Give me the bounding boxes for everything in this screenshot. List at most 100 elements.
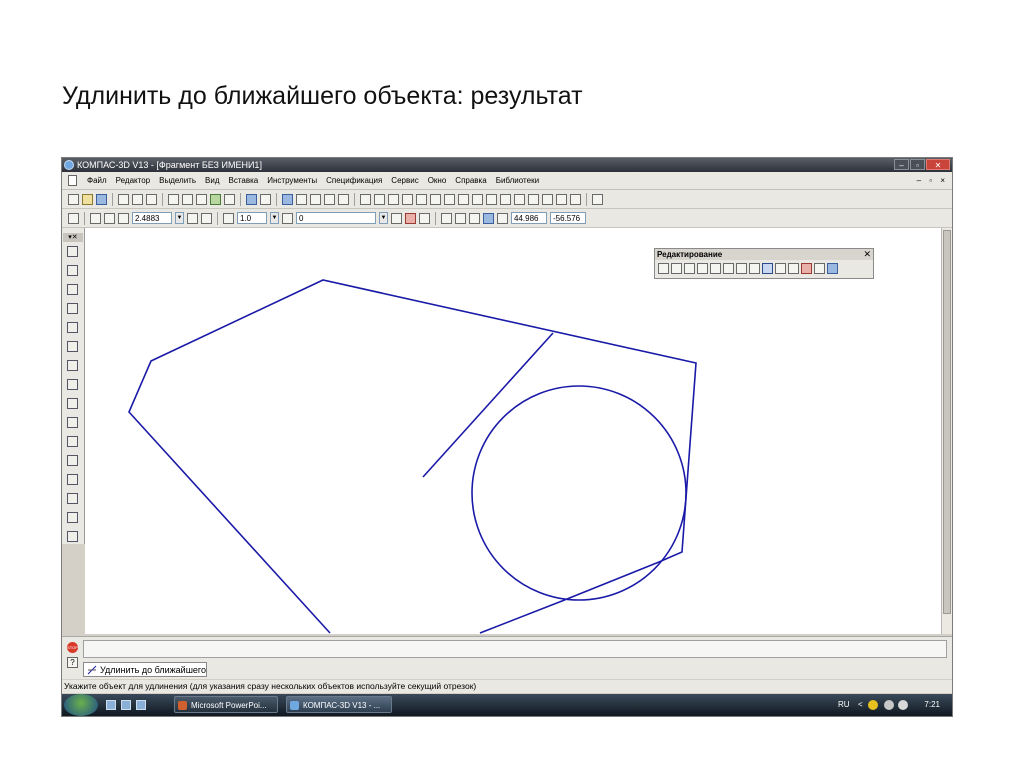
deform-icon[interactable] xyxy=(723,263,734,274)
explode-icon[interactable] xyxy=(827,263,838,274)
chamfer-icon[interactable] xyxy=(472,193,483,205)
menu-view[interactable]: Вид xyxy=(205,172,219,189)
fillet-icon[interactable] xyxy=(486,193,497,205)
menu-insert[interactable]: Вставка xyxy=(229,172,259,189)
trim-two-points-icon[interactable] xyxy=(749,263,760,274)
menu-specification[interactable]: Спецификация xyxy=(326,172,382,189)
network-icon[interactable] xyxy=(884,700,894,710)
scale-icon[interactable] xyxy=(684,263,695,274)
parametrization-tool-icon[interactable] xyxy=(67,322,78,333)
property-bar[interactable] xyxy=(83,640,947,658)
format-brush-icon[interactable] xyxy=(210,193,221,205)
point-icon[interactable] xyxy=(360,193,371,205)
edit-panel-close-button[interactable]: ✕ xyxy=(863,249,871,260)
layer-input[interactable]: 0 xyxy=(296,212,376,224)
drawing-canvas[interactable] xyxy=(85,228,941,634)
show-hidden-icons-arrow[interactable]: < xyxy=(858,694,863,716)
zoom-input[interactable]: 2.4883 xyxy=(132,212,172,224)
coord-y-field[interactable]: -56.576 xyxy=(550,212,586,224)
move-icon[interactable] xyxy=(658,263,669,274)
zoom-window-icon[interactable] xyxy=(68,212,79,224)
stop-icon[interactable]: STOP xyxy=(67,642,78,653)
zoom-out-icon[interactable] xyxy=(104,212,115,224)
edit-panel-title[interactable]: Редактирование xyxy=(655,249,873,260)
circle[interactable] xyxy=(471,385,687,601)
snap-settings-icon[interactable] xyxy=(419,212,430,224)
taskbar-kompas[interactable]: КОМПАС-3D V13 - ... xyxy=(286,696,392,713)
spline-icon[interactable] xyxy=(444,193,455,205)
compact-panel-header[interactable]: ▾✕ xyxy=(63,233,83,242)
show-desktop-icon[interactable] xyxy=(106,700,116,710)
round-icon[interactable] xyxy=(483,212,494,224)
menu-tools[interactable]: Инструменты xyxy=(267,172,317,189)
print-preview-icon[interactable] xyxy=(132,193,143,205)
segment-icon[interactable] xyxy=(388,193,399,205)
arc-icon[interactable] xyxy=(416,193,427,205)
mdi-window-controls[interactable]: – ▫ × xyxy=(917,172,948,189)
open-folder-icon[interactable] xyxy=(82,193,93,205)
help-icon[interactable]: ? xyxy=(67,657,78,668)
reports-tool-icon[interactable] xyxy=(67,417,78,428)
new-document-icon[interactable] xyxy=(68,193,79,205)
menu-service[interactable]: Сервис xyxy=(391,172,418,189)
volume-icon[interactable] xyxy=(898,700,908,710)
library-icon[interactable] xyxy=(224,193,235,205)
associative-views-icon[interactable] xyxy=(67,379,78,390)
window-title-bar[interactable]: КОМПАС-3D V13 - [Фрагмент БЕЗ ИМЕНИ1] – … xyxy=(62,158,952,172)
coord-x-field[interactable]: 44.986 xyxy=(511,212,547,224)
function-icon[interactable] xyxy=(310,193,321,205)
triangle-tool-icon[interactable] xyxy=(67,493,78,504)
copy-objects-icon[interactable] xyxy=(710,263,721,274)
break-icon[interactable] xyxy=(775,263,786,274)
dimensions-tool-icon[interactable] xyxy=(67,265,78,276)
save-icon[interactable] xyxy=(96,193,107,205)
clear-area-icon[interactable] xyxy=(814,263,825,274)
contour-icon[interactable] xyxy=(528,193,539,205)
macro-icon[interactable] xyxy=(570,193,581,205)
polygon-icon[interactable] xyxy=(514,193,525,205)
snap-icon[interactable] xyxy=(405,212,416,224)
restore-button[interactable]: ▫ xyxy=(910,159,925,170)
menu-editor[interactable]: Редактор xyxy=(116,172,150,189)
fragment-library-icon[interactable] xyxy=(67,455,78,466)
hatch-icon[interactable] xyxy=(556,193,567,205)
text-icon[interactable] xyxy=(592,193,603,205)
command-tab[interactable]: Удлинить до ближайшего xyxy=(83,662,207,677)
redo-icon[interactable] xyxy=(260,193,271,205)
undo-icon[interactable] xyxy=(246,193,257,205)
circle-icon[interactable] xyxy=(402,193,413,205)
start-button[interactable] xyxy=(64,694,98,716)
outer-contour[interactable] xyxy=(128,279,697,634)
scrollbar-thumb[interactable] xyxy=(943,230,951,614)
menu-libraries[interactable]: Библиотеки xyxy=(496,172,539,189)
auxiliary-line-icon[interactable] xyxy=(374,193,385,205)
specification-tool-icon[interactable] xyxy=(67,398,78,409)
mirror-icon[interactable] xyxy=(697,263,708,274)
text-tool-icon[interactable] xyxy=(67,531,78,542)
ortho-icon[interactable] xyxy=(469,212,480,224)
layer-icon[interactable] xyxy=(282,212,293,224)
menu-help[interactable]: Справка xyxy=(455,172,486,189)
rectangle-icon[interactable] xyxy=(500,193,511,205)
trim-icon[interactable] xyxy=(736,263,747,274)
menu-select[interactable]: Выделить xyxy=(159,172,196,189)
extend-to-nearest-icon[interactable] xyxy=(762,263,773,274)
manager-icon[interactable] xyxy=(282,193,293,205)
pan-icon[interactable] xyxy=(187,212,198,224)
step-dropdown[interactable]: ▼ xyxy=(270,212,279,224)
cut-icon[interactable] xyxy=(168,193,179,205)
select-tool-icon[interactable] xyxy=(67,360,78,371)
edit-tool-icon[interactable] xyxy=(67,303,78,314)
properties-icon[interactable] xyxy=(146,193,157,205)
copy-icon[interactable] xyxy=(182,193,193,205)
switch-windows-icon[interactable] xyxy=(121,700,131,710)
rotate-icon[interactable] xyxy=(671,263,682,274)
grid-icon[interactable] xyxy=(441,212,452,224)
menu-file[interactable]: Файл xyxy=(87,172,107,189)
extended-segment[interactable] xyxy=(422,332,554,478)
layer-dropdown[interactable]: ▼ xyxy=(379,212,388,224)
step-icon[interactable] xyxy=(223,212,234,224)
language-indicator[interactable]: RU xyxy=(838,694,850,716)
layer-properties-icon[interactable] xyxy=(391,212,402,224)
frame-tool-icon[interactable] xyxy=(67,512,78,523)
